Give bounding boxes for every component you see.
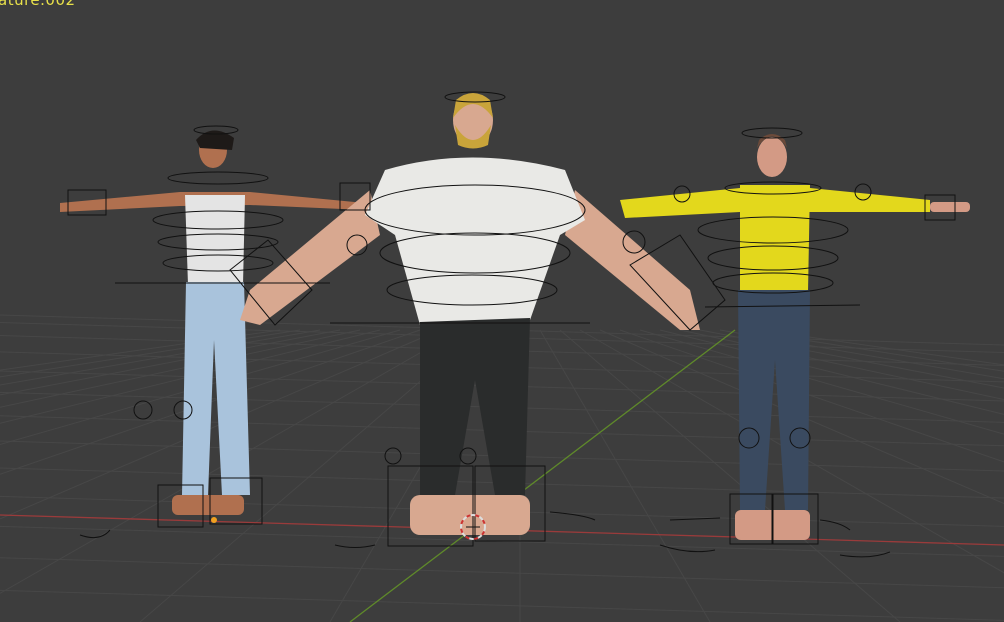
grid-line [619,329,1004,463]
grid-line [659,329,1004,415]
grid-line [539,329,711,622]
character-large-white-shirt[interactable] [240,93,700,535]
character-yellow-sweater[interactable] [620,134,970,540]
character-tank-top[interactable] [60,130,365,515]
grid-line [0,589,1004,621]
grid-line [0,557,1004,589]
3d-viewport[interactable] [0,0,1004,622]
grid-line [0,329,321,386]
object-origin-dot [211,517,217,523]
grid-line [639,329,1004,435]
active-object-label: ature.002 [0,0,76,9]
